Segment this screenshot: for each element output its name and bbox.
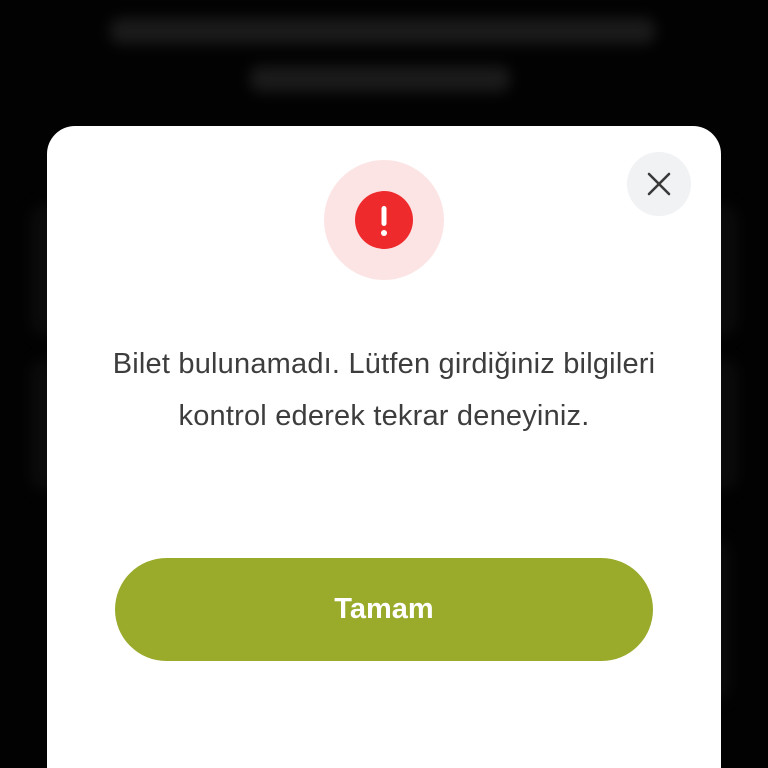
dialog-message: Bilet bulunamadı. Lütfen girdiğiniz bilg… (112, 348, 656, 432)
alert-icon-halo (324, 160, 444, 280)
screen: Bilet bulunamadı. Lütfen girdiğiniz bilg… (0, 0, 768, 768)
exclamation-icon (355, 191, 413, 249)
error-dialog: Bilet bulunamadı. Lütfen girdiğiniz bilg… (47, 126, 721, 768)
confirm-button[interactable]: Tamam (115, 558, 653, 661)
close-button[interactable] (627, 152, 691, 216)
close-icon[interactable] (646, 171, 672, 197)
confirm-button-label: Tamam (334, 593, 434, 625)
